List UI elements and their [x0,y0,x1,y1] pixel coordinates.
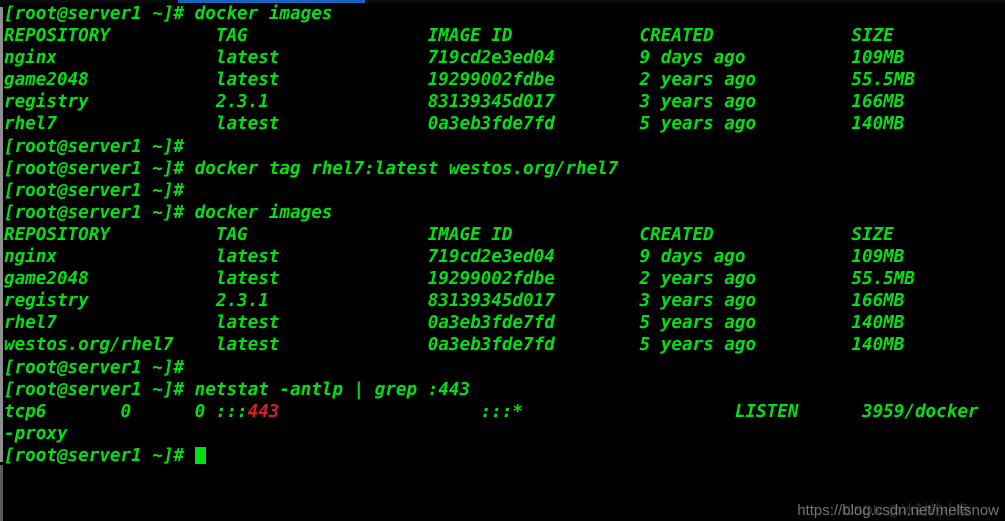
table-row: registry 2.3.1 83139345d017 3 years ago … [4,291,905,312]
table-row: nginx latest 719cd2e3ed04 9 days ago 109… [4,48,905,69]
shell-prompt: [root@server1 ~]# [4,379,195,400]
shell-command: docker images [194,202,333,223]
terminal-line: [root@server1 ~]# netstat -antlp | grep … [4,379,1005,401]
shell-prompt: [root@server1 ~]# [4,180,195,201]
table-header-row: REPOSITORY TAG IMAGE ID CREATED SIZE [4,224,894,245]
terminal-line-active[interactable]: [root@server1 ~]# [4,445,1005,467]
table-row: westos.org/rhel7 latest 0a3eb3fde7fd 5 y… [4,335,905,356]
table-row: registry 2.3.1 83139345d017 3 years ago … [4,92,905,113]
window-top-strip [0,0,1005,3]
terminal-line: [root@server1 ~]# [4,136,1005,158]
netstat-suffix: :::* LISTEN 3959/docker [279,401,979,422]
shell-prompt: [root@server1 ~]# [4,445,195,466]
terminal-line: [root@server1 ~]# [4,357,1005,379]
terminal-scrollbar-thumb[interactable] [0,7,3,462]
shell-command: docker images [194,4,333,24]
table-row: game2048 latest 19299002fdbe 2 years ago… [4,269,915,290]
table-header-row: REPOSITORY TAG IMAGE ID CREATED SIZE [4,26,894,47]
terminal-output-area[interactable]: [root@server1 ~]# docker images REPOSITO… [4,3,1005,467]
terminal-scrollbar[interactable] [0,3,3,521]
table-row: rhel7 latest 0a3eb3fde7fd 5 years ago 14… [4,114,905,135]
grep-match-highlight: 443 [247,401,280,422]
terminal-line: [root@server1 ~]# docker tag rhel7:lates… [4,158,1005,180]
shell-prompt: [root@server1 ~]# [4,136,195,157]
shell-prompt: [root@server1 ~]# [4,158,195,179]
window-top-accent-bar [178,0,365,3]
shell-prompt: [root@server1 ~]# [4,4,195,24]
shell-command: netstat -antlp | grep :443 [194,379,471,400]
netstat-result-row: tcp6 0 0 :::443 :::* LISTEN 3959/docker [4,401,1005,423]
text-cursor [194,446,206,464]
terminal-scrollbar-track[interactable] [0,465,3,521]
table-row: game2048 latest 19299002fdbe 2 years ago… [4,70,915,91]
table-row: nginx latest 719cd2e3ed04 9 days ago 109… [4,247,905,268]
shell-prompt: [root@server1 ~]# [4,357,195,378]
terminal-line: [root@server1 ~]# docker images [4,3,1005,25]
shell-prompt: [root@server1 ~]# [4,202,195,223]
blog-url-watermark: https://blog.csdn.net/meltsnow [797,502,999,519]
shell-command: docker tag rhel7:latest westos.org/rhel7 [194,158,619,179]
terminal-line: [root@server1 ~]# [4,180,1005,202]
terminal-line: [root@server1 ~]# docker images [4,202,1005,224]
netstat-prefix: tcp6 0 0 ::: [4,401,248,422]
terminal-window[interactable]: [root@server1 ~]# docker images REPOSITO… [0,0,1005,521]
netstat-result-wrap: -proxy [4,423,68,444]
table-row: rhel7 latest 0a3eb3fde7fd 5 years ago 14… [4,313,905,334]
